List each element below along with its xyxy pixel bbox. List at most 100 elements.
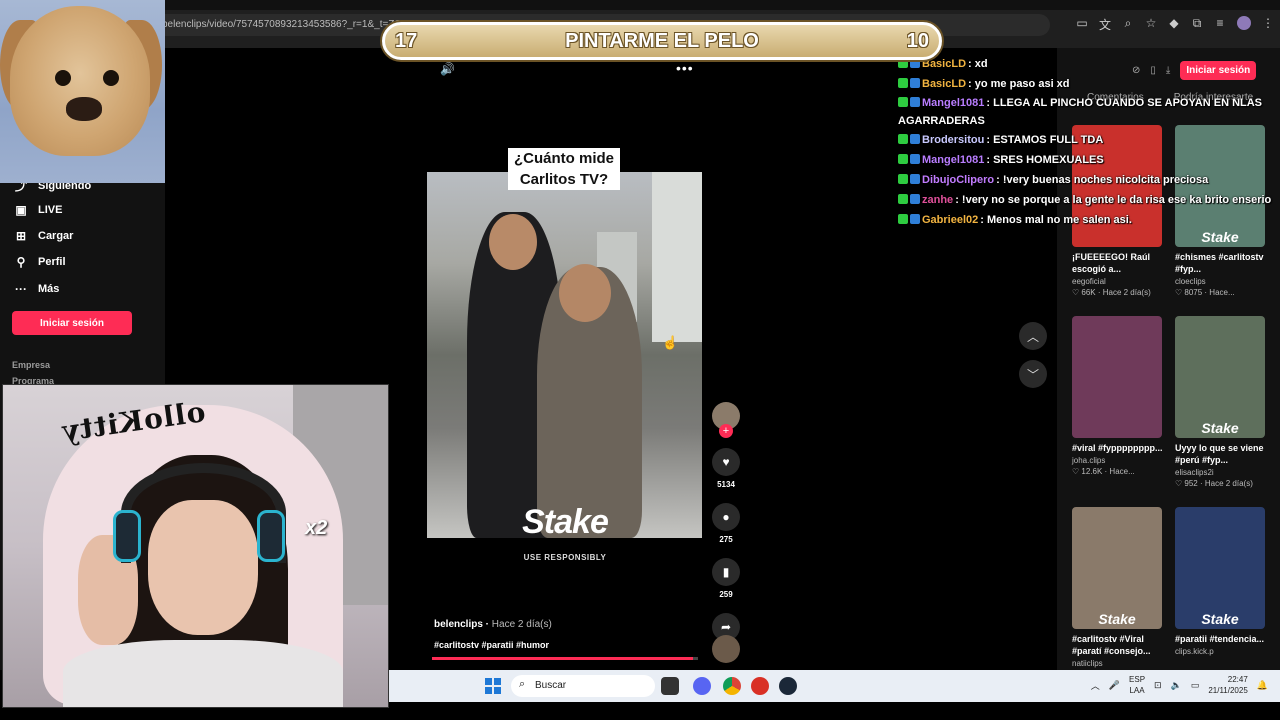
system-clock[interactable]: 22:47 21/11/2025	[1208, 674, 1247, 696]
card-title[interactable]: #viral #fypppppppp...	[1072, 442, 1164, 454]
save-action[interactable]: ▮ 259	[710, 558, 742, 599]
clock-date: 21/11/2025	[1208, 686, 1248, 695]
volume-icon[interactable]: 🔊	[440, 62, 455, 76]
bookmark-icon[interactable]: ▮	[712, 558, 740, 586]
chat-username[interactable]: zanhe	[922, 194, 953, 206]
chat-username[interactable]: Gabrieel02	[922, 214, 978, 226]
obs-icon[interactable]	[751, 677, 769, 695]
music-disc-avatar[interactable]	[712, 635, 740, 663]
video-thumbnail[interactable]: Stake	[1072, 507, 1162, 629]
speaker-icon[interactable]: 🔈	[1171, 680, 1182, 691]
recommended-video-card[interactable]: Stake #carlitostv #Viral #paratí #consejo…	[1072, 507, 1166, 670]
like-action[interactable]: ♥ 5134	[710, 448, 742, 489]
profile-avatar[interactable]	[1237, 16, 1251, 30]
taskbar-search[interactable]: ⌕ Buscar	[511, 675, 655, 697]
bottom-strip	[389, 702, 1280, 720]
card-author[interactable]: natiiclips	[1072, 659, 1166, 668]
battery-icon[interactable]: ▭	[1191, 680, 1200, 691]
chat-text: : Menos mal no me salen asi.	[980, 214, 1132, 226]
extensions-icon[interactable]: ⧉	[1191, 16, 1203, 33]
media-queue-icon[interactable]: ≡	[1214, 16, 1226, 33]
comment-action[interactable]: ● 275	[710, 503, 742, 544]
video-thumbnail[interactable]	[1072, 316, 1162, 438]
card-title[interactable]: Uyyy lo que se viene #perú #fyp...	[1175, 442, 1267, 466]
chat-text: : SRES HOMEXUALES	[986, 154, 1104, 166]
poll-left-count: 17	[395, 29, 418, 52]
video-thumbnail[interactable]: Stake	[1175, 507, 1265, 629]
author-name[interactable]: belenclips	[434, 619, 483, 630]
browser-actions: ▭ 文 ⌕ ☆ ◆ ⧉ ≡ ⋮	[1076, 16, 1274, 33]
sub-badge-icon	[910, 214, 920, 224]
card-author[interactable]: cloeclips	[1175, 277, 1269, 286]
video-progress-bar[interactable]	[432, 657, 698, 660]
sidebar-item-profile[interactable]: ⚲ Perfil	[14, 255, 66, 269]
video-hashtags[interactable]: #carlitostv #paratii #humor	[434, 640, 549, 650]
notification-bell-icon[interactable]: 🔔	[1257, 680, 1268, 691]
sidebar-item-label: Cargar	[38, 230, 74, 242]
previous-video-button[interactable]: ︿	[1019, 322, 1047, 350]
follow-plus-icon[interactable]: +	[719, 424, 733, 438]
sword-badge-icon	[898, 154, 908, 164]
sidebar-item-upload[interactable]: ⊞ Cargar	[14, 229, 74, 243]
recommended-video-card[interactable]: #viral #fypppppppp... joha.clips ♡ 12.6K ·…	[1072, 316, 1166, 476]
card-title[interactable]: #carlitostv #Viral #paratí #consejo...	[1072, 633, 1164, 657]
extension-diamond-icon[interactable]: ◆	[1168, 16, 1180, 33]
card-title[interactable]: #chismes #carlitostv #fyp...	[1175, 251, 1267, 275]
chat-username[interactable]: BasicLD	[922, 58, 966, 70]
translate-icon[interactable]: 文	[1099, 16, 1111, 33]
windows-start-icon[interactable]	[485, 678, 501, 694]
zoom-icon[interactable]: ⌕	[1122, 16, 1134, 33]
language-indicator[interactable]: ESP LAA	[1129, 674, 1145, 696]
chat-message: Mangel1081: SRES HOMEXUALES	[898, 150, 1278, 170]
steam-icon[interactable]	[779, 677, 797, 695]
comment-icon[interactable]: ●	[712, 503, 740, 531]
card-author[interactable]: eegoficial	[1072, 277, 1166, 286]
microphone-icon[interactable]: 🎤	[1109, 680, 1120, 691]
chat-username[interactable]: BasicLD	[922, 78, 966, 90]
chat-message: Mangel1081: LLEGA AL PINCHO CUANDO SE AP…	[898, 94, 1278, 130]
card-author[interactable]: elisaclips2i	[1175, 468, 1269, 477]
video-thumbnail[interactable]: Stake	[1175, 316, 1265, 438]
card-title[interactable]: ¡FUEEEEGO! Raúl escogió a...	[1072, 251, 1164, 275]
next-video-button[interactable]: ﹀	[1019, 360, 1047, 388]
login-button[interactable]: Iniciar sesión	[12, 311, 132, 335]
tray-chevron-up-icon[interactable]: ︿	[1091, 679, 1100, 692]
headset-earcup	[257, 510, 285, 562]
sidebar-item-live[interactable]: ▣ LIVE	[14, 203, 62, 217]
more-options-icon[interactable]: •••	[676, 60, 694, 76]
mouse-cursor-icon: ☝	[662, 335, 679, 350]
footer-link-company[interactable]: Empresa	[12, 360, 50, 370]
tab-strip[interactable]	[0, 0, 1280, 10]
chat-username[interactable]: Mangel1081	[922, 97, 984, 109]
video-author[interactable]: belenclips · Hace 2 día(s)	[434, 619, 552, 630]
chat-message: Gabrieel02: Menos mal no me salen asi.	[898, 210, 1278, 230]
card-title[interactable]: #paratii #tendencia...	[1175, 633, 1267, 645]
discord-icon[interactable]	[693, 677, 711, 695]
card-author[interactable]: clips.kick.p	[1175, 647, 1269, 656]
install-app-icon[interactable]: ▭	[1076, 16, 1088, 33]
chevron-down-icon: ﹀	[1026, 367, 1039, 382]
language-code: ESP	[1129, 675, 1146, 684]
chat-username[interactable]: Mangel1081	[922, 154, 984, 166]
sidebar-item-more[interactable]: ··· Más	[14, 282, 59, 296]
chat-username[interactable]: DibujoClipero	[922, 174, 994, 186]
chat-message: Brodersitou: ESTAMOS FULL TDA	[898, 130, 1278, 150]
video-player[interactable]	[427, 172, 702, 538]
sub-badge-icon	[910, 97, 920, 107]
bookmark-star-icon[interactable]: ☆	[1145, 16, 1157, 33]
card-meta: ♡ 8075 · Hace...	[1175, 288, 1235, 297]
recommended-video-card[interactable]: Stake Uyyy lo que se viene #perú #fyp... e…	[1175, 316, 1269, 488]
author-avatar[interactable]: +	[712, 402, 740, 438]
heart-icon[interactable]: ♥	[712, 448, 740, 476]
chrome-icon[interactable]	[723, 677, 741, 695]
chat-message: BasicLD: xd	[898, 54, 1278, 74]
sidebar-item-label: Más	[38, 283, 60, 295]
browser-menu-icon[interactable]: ⋮	[1262, 16, 1274, 33]
file-explorer-icon[interactable]	[661, 677, 679, 695]
card-author[interactable]: joha.clips	[1072, 456, 1166, 465]
recommended-video-card[interactable]: Stake #paratii #tendencia... clips.kick.p	[1175, 507, 1269, 658]
headset-earcup	[113, 510, 141, 562]
network-icon[interactable]: ⊡	[1154, 680, 1162, 691]
chat-username[interactable]: Brodersitou	[922, 134, 984, 146]
streamer-body	[63, 640, 343, 707]
